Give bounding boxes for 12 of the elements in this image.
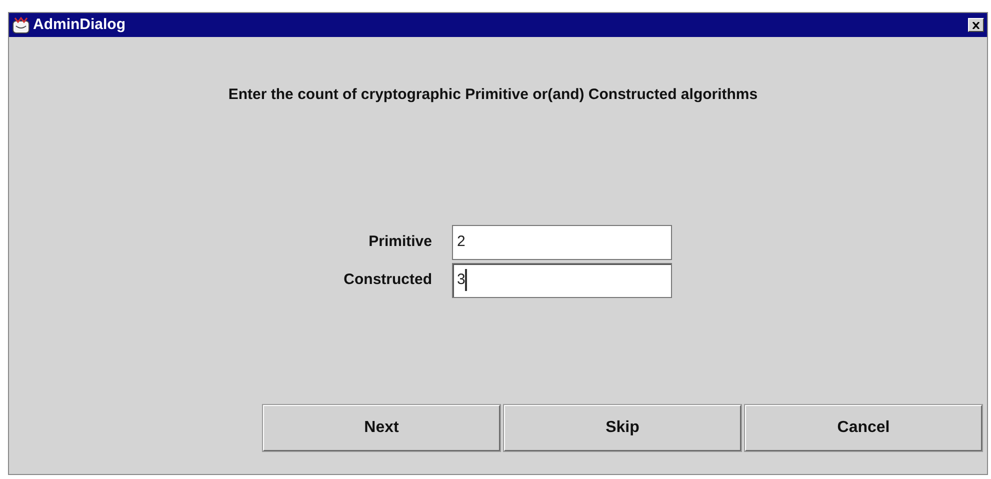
- input-field[interactable]: 2: [452, 224, 672, 260]
- field-label: Primitive: [368, 232, 433, 252]
- instruction-text: Enter the count of cryptographic Primitive or(and) Constructed algorithms: [228, 85, 758, 105]
- close-icon: [972, 22, 980, 28]
- dialog-button[interactable]: Next: [263, 404, 500, 450]
- dialog-button[interactable]: Skip: [504, 404, 741, 450]
- window-title: AdminDialog: [33, 14, 126, 35]
- field-label: Constructed: [342, 270, 433, 290]
- input-field[interactable]: 3: [452, 262, 672, 298]
- app-icon: [12, 16, 30, 34]
- dialog-button[interactable]: Cancel: [745, 404, 982, 450]
- close-button[interactable]: [968, 18, 984, 32]
